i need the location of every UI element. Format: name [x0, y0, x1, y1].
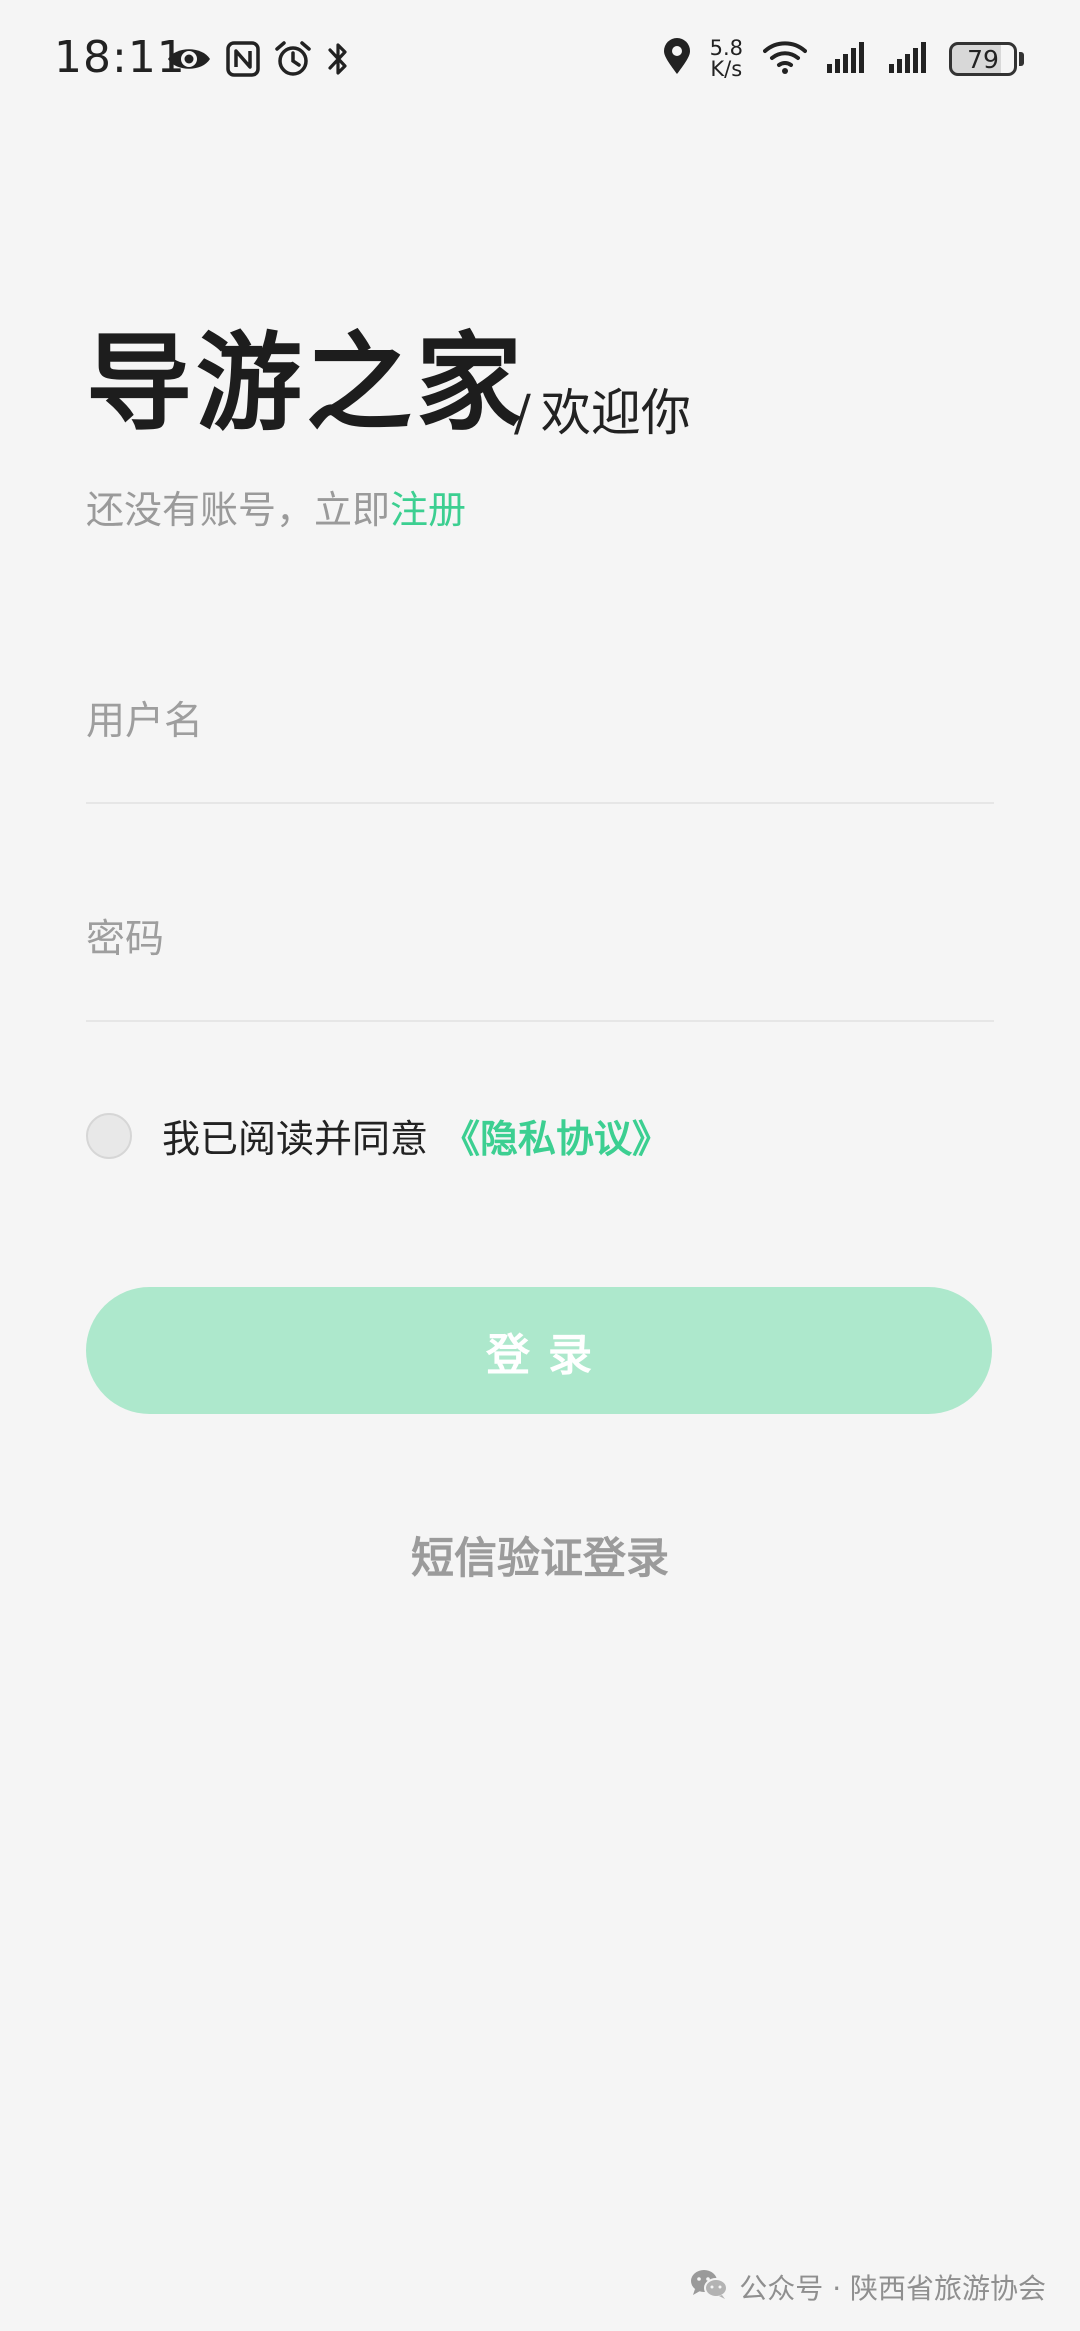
signal-icon [825, 40, 869, 78]
status-left-icons [166, 40, 350, 82]
welcome-text: / 欢迎你 [514, 388, 691, 438]
sms-login-link[interactable]: 短信验证登录 [0, 1524, 1080, 1586]
battery-level: 79 [967, 44, 999, 74]
network-speed-unit: K/s [710, 57, 743, 81]
battery-icon: 79 [949, 42, 1017, 76]
welcome-slash: / [514, 384, 531, 442]
register-link[interactable]: 注册 [390, 488, 466, 532]
wechat-icon [689, 2268, 729, 2307]
password-input[interactable] [86, 917, 994, 962]
welcome-label: 欢迎你 [540, 384, 691, 442]
privacy-agreement-text: 我已阅读并同意 [162, 1117, 429, 1161]
watermark: 公众号 · 陕西省旅游协会 [689, 2267, 1046, 2307]
privacy-checkbox[interactable] [86, 1112, 132, 1159]
network-speed-value: 5.8 [709, 36, 743, 60]
signal-icon [887, 40, 931, 78]
battery-tip [1019, 52, 1024, 66]
bluetooth-icon [326, 40, 350, 82]
nfc-icon [226, 41, 260, 81]
alarm-icon [274, 40, 312, 82]
eye-icon [166, 44, 212, 78]
login-button[interactable]: 登录 [86, 1287, 992, 1414]
battery: 79 [949, 42, 1024, 76]
register-prompt: 还没有账号，立即注册 [86, 488, 466, 534]
status-right-icons: 5.8 K/s 79 [662, 38, 1024, 80]
privacy-policy-link[interactable]: 《隐私协议》 [442, 1108, 670, 1163]
register-prompt-text: 还没有账号，立即 [86, 488, 391, 532]
status-bar: 18:11 5.8 K/s 79 [0, 0, 1080, 125]
location-icon [662, 38, 692, 80]
network-speed: 5.8 K/s [710, 38, 743, 80]
wifi-icon [763, 39, 807, 79]
privacy-agreement: 我已阅读并同意 《隐私协议》 [86, 1108, 670, 1163]
username-input[interactable] [86, 699, 994, 744]
watermark-text: 公众号 · 陕西省旅游协会 [739, 2272, 1046, 2305]
app-title: 导游之家 [86, 320, 526, 445]
password-field-container [86, 902, 994, 1022]
username-field-container [86, 684, 994, 804]
